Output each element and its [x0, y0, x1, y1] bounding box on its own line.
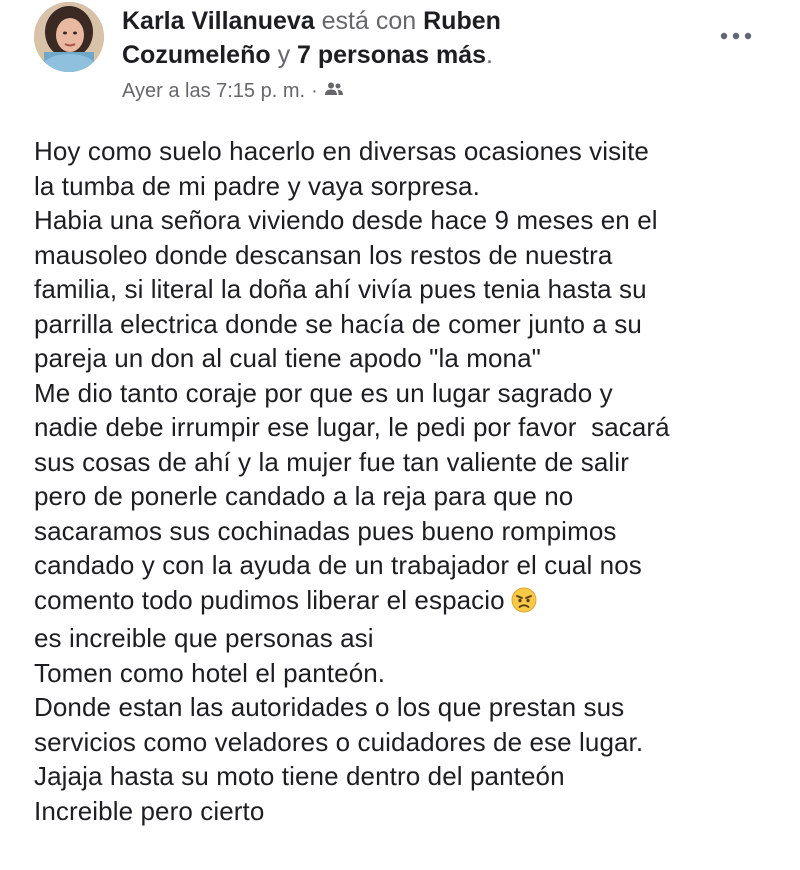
post-line: Increible pero cierto	[34, 795, 265, 826]
tagged-person-first: Ruben	[423, 7, 501, 35]
post-line: pero de ponerle candado a la reja para q…	[34, 481, 574, 511]
post-line: Donde estan las autoridades o los que pr…	[34, 692, 625, 722]
post-body: Hoy como suelo hacerlo en diversas ocasi…	[34, 134, 794, 828]
post-line: Hoy como suelo hacerlo en diversas ocasi…	[34, 136, 649, 166]
post-line: Jajaja hasta su moto tiene dentro del pa…	[34, 761, 565, 791]
author-name-link[interactable]: Karla Villanueva	[122, 7, 315, 35]
header-period: .	[486, 41, 493, 69]
post-line: Habia una señora viviendo desde hace 9 m…	[34, 205, 658, 235]
meta-separator: ·	[311, 80, 318, 102]
tagged-person-last: Cozumeleño	[122, 41, 271, 69]
others-link[interactable]: 7 personas más	[297, 41, 486, 69]
friends-icon[interactable]	[324, 78, 344, 104]
more-options-button[interactable]	[716, 24, 756, 48]
post-line: parrilla electrica donde se hacía de com…	[34, 308, 642, 339]
post-line: servicios como veladores o cuidadores de…	[34, 726, 644, 757]
angry-face-emoji-icon	[511, 587, 537, 622]
post-line: mausoleo donde descansan los restos de n…	[34, 239, 613, 270]
post-line-with-emoji: comento todo pudimos liberar el espacio	[34, 583, 794, 622]
facebook-post: Karla Villanueva está con Ruben Cozumeleñ…	[0, 0, 800, 870]
post-header: Karla Villanueva está con Ruben Cozumeleñ…	[122, 4, 682, 72]
post-meta: Ayer a las 7:15 p. m. ·	[122, 78, 344, 104]
and-text: y	[277, 41, 291, 69]
post-line: familia, si literal la doña ahí vivía pu…	[34, 274, 647, 304]
post-line: sus cosas de ahí y la mujer fue tan vali…	[34, 446, 629, 477]
post-line: sacaramos sus cochinadas pues bueno romp…	[34, 515, 617, 546]
more-options-icon	[720, 32, 752, 40]
with-text: está con	[321, 7, 417, 35]
post-line: es increible que personas asi	[34, 623, 374, 653]
avatar-photo	[34, 2, 104, 72]
post-line: la tumba de mi padre y vaya sorpresa.	[34, 170, 480, 201]
author-avatar[interactable]	[34, 2, 104, 72]
post-timestamp-link[interactable]: Ayer a las 7:15 p. m.	[122, 78, 305, 104]
post-line: Me dio tanto coraje por que es un lugar …	[34, 377, 613, 408]
post-line: pareja un don al cual tiene apodo "la mo…	[34, 343, 542, 373]
post-line: candado y con la ayuda de un trabajador …	[34, 550, 642, 580]
post-line: Tomen como hotel el panteón.	[34, 657, 386, 688]
post-line: nadie debe irrumpir ese lugar, le pedi p…	[34, 412, 670, 442]
post-line-text: comento todo pudimos liberar el espacio	[34, 584, 505, 615]
